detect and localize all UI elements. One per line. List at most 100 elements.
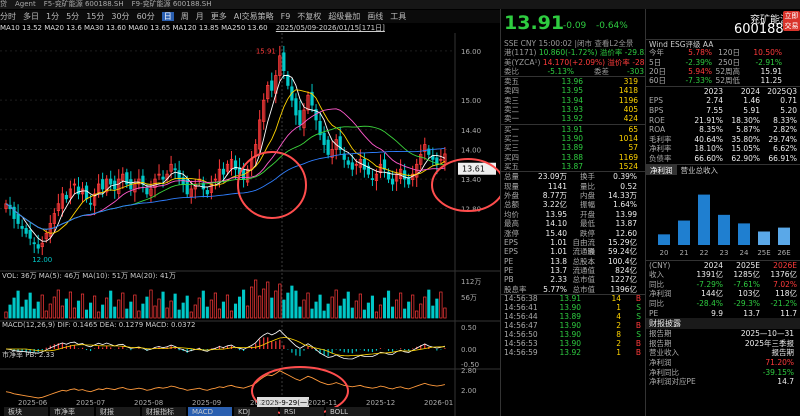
vol-bar — [254, 279, 258, 319]
period-btn[interactable]: 分时 — [0, 12, 16, 21]
stock-code: 600188 — [734, 22, 784, 37]
vol-bar — [423, 296, 427, 319]
period-btn[interactable]: 30分 — [111, 12, 129, 21]
bid-label: 买五 — [504, 161, 519, 171]
top-tab[interactable]: 贷 — [0, 0, 7, 8]
profit-bar — [758, 231, 770, 245]
vol-bar — [370, 295, 374, 319]
top-tab[interactable]: Agent — [15, 0, 36, 8]
ask-row: 卖二 13.93 405 — [501, 105, 645, 114]
ask-label: 卖五 — [504, 77, 519, 87]
perf-label: 60日 — [649, 76, 667, 86]
buy-button[interactable]: 立即交易 — [783, 11, 800, 31]
macd-tick: 0.50 — [461, 324, 477, 332]
candle-body — [286, 74, 290, 86]
period-btn[interactable]: 画线 — [367, 12, 383, 21]
pb-legend: 市净率 PB: 2.33 — [2, 350, 54, 359]
vol-bar — [407, 301, 411, 319]
vol-bar — [60, 305, 64, 319]
forecast-label: 收入 — [649, 270, 664, 280]
ask-row: 卖五 13.96 319 — [501, 77, 645, 86]
forecast-row: 同比 -28.4% -29.3% -21.2% — [646, 299, 800, 309]
stat-value2: 1227亿 — [610, 275, 637, 285]
vol-tick: 56万 — [461, 294, 477, 302]
perf-label: 20日 — [649, 67, 667, 77]
top-tab[interactable]: F5-兖矿能源 600188.SH — [44, 0, 124, 8]
ask-vol: 1418 — [618, 86, 638, 96]
vol-bar — [326, 303, 330, 319]
fin-2023: 21.91% — [694, 115, 723, 125]
period-btn[interactable]: 5分 — [66, 12, 79, 21]
tick-list: 14:56:38 13.91 14 B 14:56:41 13.90 1 S 14:56:44 1… — [501, 294, 645, 357]
top-tab[interactable]: F9-兖矿能源 600188.SH — [132, 0, 212, 8]
period-btn[interactable]: 月 — [196, 12, 204, 21]
kline-chart[interactable]: 16.0015.0014.4014.0013.4012.8015.9112.00… — [0, 33, 500, 416]
period-btn[interactable]: 1分 — [46, 12, 59, 21]
period-btn[interactable]: F9 — [281, 12, 291, 21]
stat-label2: 内盘 — [580, 190, 595, 200]
stat-value2: 1396亿 — [610, 284, 637, 294]
period-btn[interactable]: 超级叠加 — [328, 12, 360, 21]
candle-body — [205, 190, 209, 195]
vol-bar — [157, 298, 161, 319]
vol-bar — [84, 309, 89, 319]
candle-body — [350, 162, 354, 170]
forecast-row: 净利润 144亿 103亿 118亿 — [646, 289, 800, 299]
stat-label: PB — [504, 275, 514, 285]
vol-legend: VOL: 36万 MA(5): 46万 MA(10): 51万 MA(20): … — [2, 272, 176, 280]
candle-body — [64, 194, 69, 200]
ma-line — [5, 89, 446, 234]
period-btn[interactable]: 工具 — [390, 12, 406, 21]
report-value: 71.20% — [765, 357, 794, 367]
period-btn[interactable]: 日 — [161, 12, 174, 21]
vol-bar — [93, 295, 97, 319]
perf-row: 60日 -7.33% 52周低 11.25 — [646, 76, 800, 85]
fin-label: BPS — [649, 106, 664, 116]
report-value: 2025年三季报 — [744, 338, 794, 348]
period-btn[interactable]: 不复权 — [297, 12, 321, 21]
fin-2024: 15.05% — [731, 144, 760, 154]
forecast-b: 1391亿 — [696, 270, 723, 280]
forecast-c: -29.3% — [733, 298, 760, 308]
period-btn[interactable]: 周 — [181, 12, 189, 21]
report-row: 报告期 2025年三季报 — [646, 339, 800, 349]
candle-body — [161, 176, 165, 180]
vol-bar — [338, 305, 342, 319]
finance-col-head — [646, 87, 686, 97]
vol-bar — [149, 289, 153, 319]
vol-bar — [266, 281, 270, 319]
period-btn[interactable]: 60分 — [137, 12, 155, 21]
bid-label: 买二 — [504, 133, 519, 143]
vol-bar — [201, 290, 205, 319]
ask-row: 卖三 13.94 1196 — [501, 96, 645, 105]
stat-label2: 自由流通 — [572, 237, 596, 257]
vol-bar — [141, 303, 145, 319]
x-tick: 2025-10 — [250, 399, 279, 407]
vol-bar — [378, 304, 383, 319]
vol-bar — [282, 299, 286, 319]
x-tick: 2025-08 — [134, 399, 163, 407]
profit-tab[interactable]: 营业总收入 — [677, 165, 723, 175]
profit-tab[interactable]: 净利润 — [646, 164, 677, 175]
bid-row: 买五 13.87 1524 — [501, 162, 645, 171]
vol-bar — [237, 296, 242, 319]
bid-row: 买四 13.88 1169 — [501, 153, 645, 162]
vol-bar — [350, 307, 354, 319]
period-btn[interactable]: AI交易策略 — [234, 12, 274, 21]
finance-col-head: 2024 — [740, 86, 760, 96]
perf-label: 今年 — [649, 48, 664, 58]
period-btn[interactable]: 15分 — [86, 12, 104, 21]
low-label: 12.00 — [32, 256, 52, 264]
stat-value: 1.01 — [550, 237, 567, 247]
fin-2025q3: 8.33% — [773, 115, 797, 125]
stat-value: 1141 — [547, 181, 567, 191]
x-tick: 2025-07 — [76, 399, 105, 407]
period-btn[interactable]: 更多 — [211, 12, 227, 21]
candle-body — [36, 244, 40, 249]
forecast-d: 11.7 — [780, 308, 797, 318]
tick-vol: 8 — [616, 329, 621, 339]
ask-label: 卖二 — [504, 105, 519, 115]
candle-body — [28, 229, 32, 239]
vol-bar — [197, 297, 201, 319]
period-btn[interactable]: 多日 — [23, 12, 39, 21]
